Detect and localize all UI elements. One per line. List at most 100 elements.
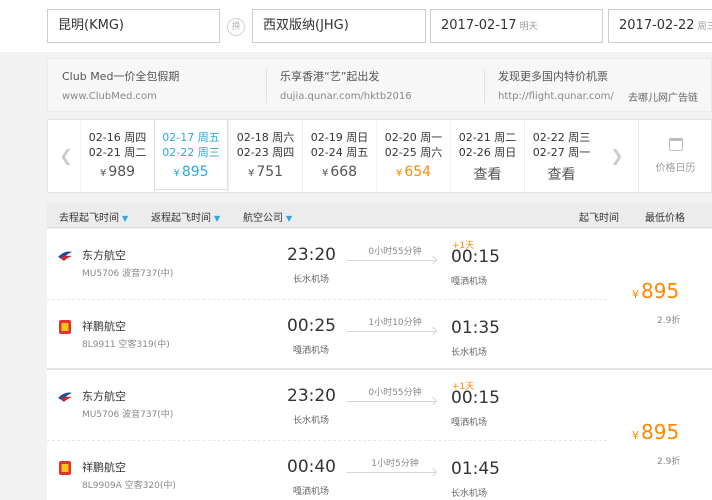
sort-lowest-price[interactable]: 最低价格: [645, 209, 685, 224]
date-cell-price-value: 895: [181, 164, 209, 180]
date-cell[interactable]: 02-22 周三 02-27 周一 查看: [524, 120, 598, 192]
china-eastern-logo-icon: [58, 251, 72, 261]
date-cell-depart: 02-16 周四: [88, 131, 147, 144]
depart-time: 23:20: [287, 386, 336, 406]
date-cell-price-value: 668: [330, 164, 358, 180]
filter-label: 返程起飞时间: [151, 213, 211, 224]
duration-arrow: [347, 401, 435, 402]
depart-date-value: 2017-02-17: [441, 18, 517, 33]
ad-item[interactable]: 乐享香港“艺”起出发 dujia.qunar.com/hktb2016: [280, 68, 412, 102]
flight-duration: 0小时55分钟: [368, 388, 422, 398]
arrive-time: 00:15: [451, 247, 500, 267]
price-value: 895: [641, 279, 680, 303]
flight-results: 东方航空 MU5706 波音737(中) 23:20 长水机场 0小时55分钟 …: [47, 229, 712, 500]
airline-name: 祥鹏航空: [82, 461, 126, 474]
date-cell-selected[interactable]: 02-17 周五 02-22 周三 ¥895: [154, 120, 228, 192]
price-calendar-button[interactable]: 价格日历: [638, 120, 712, 192]
ad-label: 去哪儿网广告链: [628, 93, 698, 104]
date-cell-depart: 02-18 周六: [236, 131, 295, 144]
chevron-down-icon: ▼: [286, 214, 293, 223]
date-cell-price: ¥668: [303, 164, 376, 180]
date-cell-return: 02-25 周六: [384, 146, 443, 159]
arrive-airport: 长水机场: [451, 348, 488, 358]
flight-number: MU5706 波音737(中): [82, 269, 174, 279]
date-cell-return: 02-23 周四: [236, 146, 295, 159]
date-cell-view: 查看: [547, 167, 576, 183]
from-city-input[interactable]: 昆明(KMG): [47, 9, 220, 43]
filter-airline[interactable]: 航空公司 ▼: [243, 209, 292, 224]
depart-airport: 嘎洒机场: [293, 487, 330, 497]
currency-symbol: ¥: [173, 168, 180, 179]
discount-badge: 2.9折: [657, 316, 681, 326]
lucky-air-logo-icon: [59, 461, 71, 475]
duration-arrow: [347, 472, 435, 473]
return-date-input[interactable]: 2017-02-22周三: [608, 9, 712, 43]
date-cell-price-value: 751: [256, 164, 284, 180]
airline-name: 祥鹏航空: [82, 320, 126, 333]
filter-depart-time[interactable]: 去程起飞时间 ▼: [59, 209, 128, 224]
ad-title: 发现更多国内特价机票: [498, 70, 608, 83]
return-date-value: 2017-02-22: [619, 18, 695, 33]
ad-item[interactable]: Club Med一价全包假期 www.ClubMed.com: [62, 68, 179, 102]
total-price[interactable]: ¥895: [632, 279, 679, 303]
depart-airport: 长水机场: [293, 416, 330, 426]
ad-item[interactable]: 发现更多国内特价机票 http://flight.qunar.com/: [498, 68, 614, 102]
chevron-down-icon: ▼: [214, 214, 221, 223]
arrive-time: 01:35: [451, 318, 500, 338]
flight-number: 8L9909A 空客320(中): [82, 481, 176, 491]
airline-name: 东方航空: [82, 390, 126, 403]
discount-badge: 2.9折: [657, 457, 681, 467]
date-cell[interactable]: 02-21 周二 02-26 周日 查看: [450, 120, 524, 192]
date-cell-lowest[interactable]: 02-20 周一 02-25 周六 ¥654: [376, 120, 450, 192]
outbound-segment: 东方航空 MU5706 波音737(中) 23:20 长水机场 0小时55分钟 …: [47, 229, 607, 299]
duration-arrow: [347, 260, 435, 261]
price-value: 895: [641, 420, 680, 444]
date-price-strip: ❮ 02-16 周四 02-21 周二 ¥989 02-17 周五 02-22 …: [47, 119, 712, 193]
date-cell-price: ¥989: [81, 164, 154, 180]
flight-result-card[interactable]: 东方航空 MU5706 波音737(中) 23:20 长水机场 0小时55分钟 …: [47, 369, 712, 500]
lucky-air-logo-icon: [59, 320, 71, 334]
sort-depart-time[interactable]: 起飞时间: [579, 209, 619, 224]
ad-divider: [484, 69, 485, 103]
filter-return-time[interactable]: 返程起飞时间 ▼: [151, 209, 220, 224]
inbound-segment: 祥鹏航空 8L9911 空客319(中) 00:25 嘎洒机场 1小时10分钟 …: [47, 299, 607, 369]
ad-divider: [266, 69, 267, 103]
search-bar: 昆明(KMG) 换 西双版纳(JHG) 2017-02-17 明天 2017-02…: [0, 0, 712, 52]
total-price[interactable]: ¥895: [632, 420, 679, 444]
chevron-down-icon: ▼: [122, 214, 129, 223]
currency-symbol: ¥: [632, 288, 639, 301]
to-city-input[interactable]: 西双版纳(JHG): [252, 9, 426, 43]
return-weekday: 周三: [697, 22, 712, 32]
ad-banner: Club Med一价全包假期 www.ClubMed.com 乐享香港“艺”起出…: [47, 58, 712, 112]
arrive-time: 00:15: [451, 388, 500, 408]
date-cell-price: ¥654: [377, 164, 450, 180]
date-cell-view: 查看: [473, 167, 502, 183]
date-cell-depart: 02-20 周一: [384, 131, 443, 144]
ad-url: dujia.qunar.com/hktb2016: [280, 91, 412, 102]
ad-url: www.ClubMed.com: [62, 91, 157, 102]
date-cell-return: 02-21 周二: [88, 146, 147, 159]
depart-date-input[interactable]: 2017-02-17 明天: [430, 9, 603, 43]
date-cell[interactable]: 02-18 周六 02-23 周四 ¥751: [228, 120, 302, 192]
ad-url: http://flight.qunar.com/: [498, 91, 614, 102]
date-cell-depart: 02-17 周五: [162, 131, 220, 144]
chevron-left-icon[interactable]: ❮: [52, 120, 80, 192]
flight-duration: 1小时5分钟: [371, 459, 419, 469]
flight-number: MU5706 波音737(中): [82, 410, 174, 420]
date-cell[interactable]: 02-16 周四 02-21 周二 ¥989: [80, 120, 154, 192]
date-cell[interactable]: 02-19 周日 02-24 周五 ¥668: [302, 120, 376, 192]
ad-title: 乐享香港“艺”起出发: [280, 70, 380, 83]
swap-cities-button[interactable]: 换: [227, 18, 245, 36]
date-cell-price-value: 654: [404, 164, 432, 180]
date-cell-return: 02-24 周五: [310, 146, 369, 159]
chevron-right-icon[interactable]: ❯: [603, 120, 631, 192]
arrive-airport: 嘎洒机场: [451, 418, 488, 428]
flight-number: 8L9911 空客319(中): [82, 340, 170, 350]
outbound-segment: 东方航空 MU5706 波音737(中) 23:20 长水机场 0小时55分钟 …: [47, 370, 607, 440]
flight-result-card[interactable]: 东方航空 MU5706 波音737(中) 23:20 长水机场 0小时55分钟 …: [47, 229, 712, 369]
currency-symbol: ¥: [395, 168, 403, 179]
date-cell-price: ¥751: [229, 164, 302, 180]
calendar-icon: [668, 138, 683, 151]
date-cell-price: ¥895: [155, 164, 227, 180]
depart-time: 23:20: [287, 245, 336, 265]
